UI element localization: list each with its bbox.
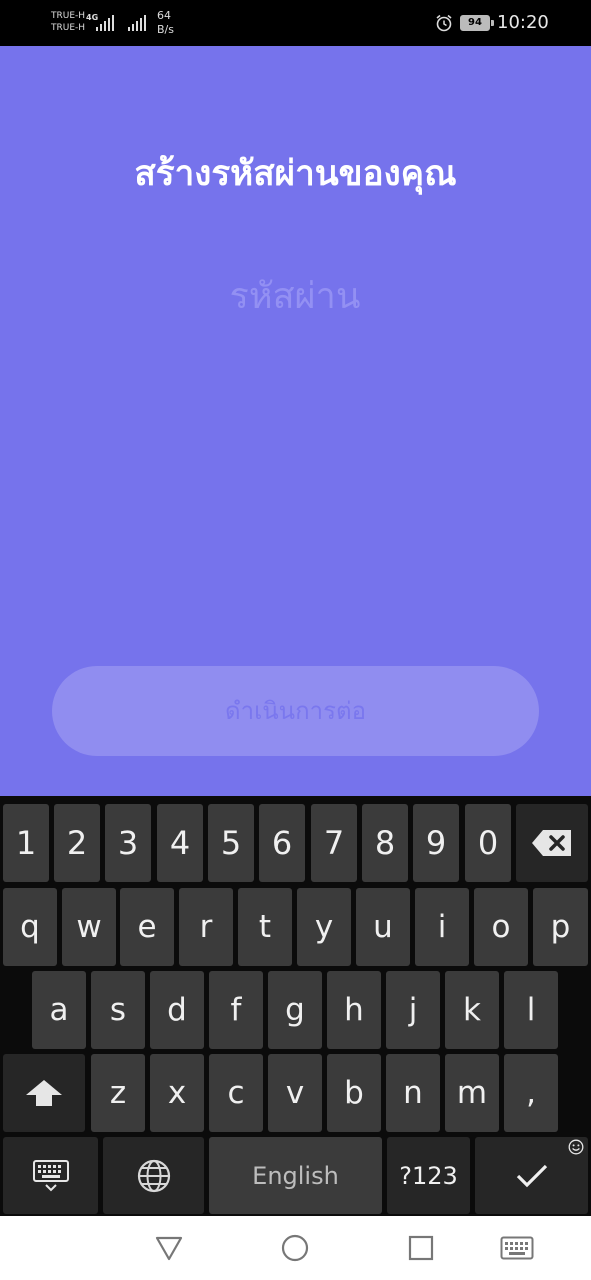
key-s[interactable]: s: [91, 971, 145, 1049]
space-key[interactable]: English: [209, 1137, 382, 1214]
carrier-labels: TRUE-H TRUE-H: [51, 10, 85, 34]
battery-icon: 94: [460, 15, 494, 31]
signal-icon: [128, 15, 146, 31]
key-m[interactable]: m: [445, 1054, 499, 1132]
key-0[interactable]: 0: [465, 804, 511, 882]
keyboard-toggle-button[interactable]: [498, 1232, 536, 1264]
status-bar: TRUE-H TRUE-H 4G 64 B/s 94 10:20: [0, 0, 591, 46]
data-speed-value: 64: [157, 9, 171, 22]
key-x[interactable]: x: [150, 1054, 204, 1132]
create-password-screen: สร้างรหัสผ่านของคุณ ดำเนินการต่อ: [0, 46, 591, 796]
keyboard-settings-icon: [32, 1159, 69, 1191]
backspace-icon: [532, 830, 571, 856]
key-1[interactable]: 1: [3, 804, 49, 882]
data-speed: 64 B/s: [157, 9, 174, 37]
language-key[interactable]: [103, 1137, 204, 1214]
back-icon: [155, 1236, 183, 1261]
key-h[interactable]: h: [327, 971, 381, 1049]
key-g[interactable]: g: [268, 971, 322, 1049]
checkmark-icon: [516, 1164, 547, 1187]
key-4[interactable]: 4: [157, 804, 203, 882]
key-comma[interactable]: ,: [504, 1054, 558, 1132]
back-button[interactable]: [153, 1232, 185, 1264]
on-screen-keyboard: 1 2 3 4 5 6 7 8 9 0 q w e r t y u i o p …: [0, 796, 591, 1216]
key-2[interactable]: 2: [54, 804, 100, 882]
emoji-icon: [568, 1139, 584, 1155]
key-9[interactable]: 9: [413, 804, 459, 882]
key-k[interactable]: k: [445, 971, 499, 1049]
key-e[interactable]: e: [120, 888, 174, 966]
home-icon: [281, 1234, 309, 1262]
key-j[interactable]: j: [386, 971, 440, 1049]
key-v[interactable]: v: [268, 1054, 322, 1132]
keyboard-toggle-icon: [500, 1236, 534, 1260]
key-p[interactable]: p: [533, 888, 588, 966]
key-7[interactable]: 7: [311, 804, 357, 882]
password-input[interactable]: [95, 266, 495, 326]
backspace-key[interactable]: [516, 804, 588, 882]
key-b[interactable]: b: [327, 1054, 381, 1132]
recents-button[interactable]: [405, 1232, 437, 1264]
signal-icon: [96, 15, 114, 31]
recents-icon: [408, 1235, 434, 1261]
key-w[interactable]: w: [62, 888, 116, 966]
page-title: สร้างรหัสผ่านของคุณ: [134, 154, 457, 194]
key-l[interactable]: l: [504, 971, 558, 1049]
alarm-icon: [436, 14, 452, 32]
key-8[interactable]: 8: [362, 804, 408, 882]
keyboard-settings-key[interactable]: [3, 1137, 98, 1214]
key-o[interactable]: o: [474, 888, 528, 966]
home-button[interactable]: [279, 1232, 311, 1264]
navigation-bar: [0, 1216, 591, 1280]
continue-button[interactable]: ดำเนินการต่อ: [52, 666, 539, 756]
key-u[interactable]: u: [356, 888, 410, 966]
carrier-bottom: TRUE-H: [51, 23, 86, 33]
key-3[interactable]: 3: [105, 804, 151, 882]
carrier-top: TRUE-H: [51, 11, 86, 21]
key-6[interactable]: 6: [259, 804, 305, 882]
globe-icon: [137, 1159, 170, 1192]
data-speed-unit: B/s: [157, 23, 174, 36]
clock: 10:20: [497, 12, 549, 33]
key-r[interactable]: r: [179, 888, 233, 966]
key-n[interactable]: n: [386, 1054, 440, 1132]
shift-icon: [26, 1080, 62, 1106]
key-y[interactable]: y: [297, 888, 351, 966]
shift-key[interactable]: [3, 1054, 85, 1132]
key-5[interactable]: 5: [208, 804, 254, 882]
key-d[interactable]: d: [150, 971, 204, 1049]
key-f[interactable]: f: [209, 971, 263, 1049]
key-a[interactable]: a: [32, 971, 86, 1049]
key-z[interactable]: z: [91, 1054, 145, 1132]
symbols-key[interactable]: ?123: [387, 1137, 470, 1214]
key-q[interactable]: q: [3, 888, 57, 966]
key-c[interactable]: c: [209, 1054, 263, 1132]
key-t[interactable]: t: [238, 888, 292, 966]
key-i[interactable]: i: [415, 888, 469, 966]
done-key[interactable]: [475, 1137, 588, 1214]
